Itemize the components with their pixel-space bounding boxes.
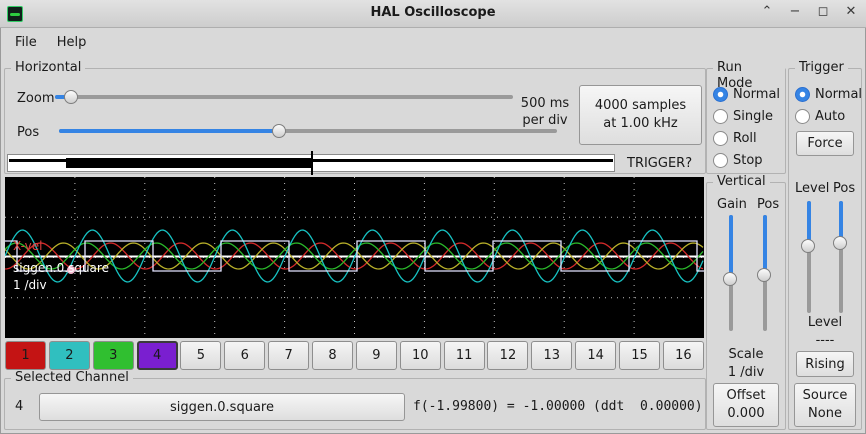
channel-button-13[interactable]: 13	[531, 341, 572, 370]
selected-channel-group: Selected Channel 4 siggen.0.square f(-1.…	[4, 378, 706, 430]
channel-button-9[interactable]: 9	[356, 341, 397, 370]
selected-channel-name-button[interactable]: siggen.0.square	[39, 393, 405, 421]
zoom-label: Zoom	[17, 91, 54, 106]
radio-option-roll[interactable]: Roll	[713, 130, 780, 146]
channel-button-8[interactable]: 8	[312, 341, 353, 370]
window-title: HAL Oscilloscope	[0, 5, 866, 20]
minimize-icon[interactable]: −	[788, 4, 802, 19]
radio-option-auto[interactable]: Auto	[795, 108, 862, 124]
radio-option-normal[interactable]: Normal	[795, 86, 862, 102]
trigger-pos-slider[interactable]	[833, 201, 849, 313]
title-bar: HAL Oscilloscope ⌃ − ◻ ✕	[0, 0, 866, 28]
radio-label: Normal	[733, 87, 780, 102]
vertical-pos-slider[interactable]	[757, 215, 773, 331]
trigger-level-label: Level	[795, 181, 829, 196]
radio-label: Single	[733, 109, 773, 124]
radio-icon	[713, 153, 728, 168]
slider-handle[interactable]	[272, 124, 286, 138]
timebase-readout: 500 ms per div	[515, 95, 575, 129]
trigger-status-label: TRIGGER?	[627, 156, 692, 171]
force-button[interactable]: Force	[796, 131, 854, 156]
horizontal-group-title: Horizontal	[11, 60, 85, 76]
vertical-scale-value: 1 /div	[707, 365, 785, 380]
selected-channel-group-title: Selected Channel	[11, 370, 133, 386]
slider-handle[interactable]	[723, 272, 737, 286]
radio-option-normal[interactable]: Normal	[713, 86, 780, 102]
channel-button-11[interactable]: 11	[444, 341, 485, 370]
vertical-group-title: Vertical	[713, 174, 770, 190]
run-mode-group: Run Mode NormalSingleRollStop	[706, 68, 786, 174]
record-position-bar[interactable]	[7, 154, 615, 172]
vertical-group: Vertical Gain Pos Scale 1 /div Offset 0.…	[706, 182, 786, 430]
trigger-position-marker	[311, 151, 313, 175]
maximize-icon[interactable]: ◻	[816, 4, 830, 19]
channel-button-12[interactable]: 12	[487, 341, 528, 370]
radio-icon	[713, 131, 728, 146]
trigger-group-title: Trigger	[795, 60, 848, 76]
radio-label: Stop	[733, 153, 763, 168]
radio-icon	[713, 87, 728, 102]
selected-channel-number: 4	[15, 399, 23, 414]
trigger-level-slider[interactable]	[801, 201, 817, 313]
vertical-offset-button[interactable]: Offset 0.000	[713, 383, 779, 427]
zoom-slider[interactable]	[55, 89, 513, 105]
radio-icon	[795, 109, 810, 124]
slider-handle[interactable]	[64, 90, 78, 104]
channel-button-4[interactable]: 4	[137, 341, 178, 370]
channel-button-7[interactable]: 7	[268, 341, 309, 370]
channel-button-14[interactable]: 14	[575, 341, 616, 370]
slider-handle[interactable]	[757, 268, 771, 282]
channel-button-1[interactable]: 1	[5, 341, 46, 370]
radio-icon	[713, 109, 728, 124]
channel-button-5[interactable]: 5	[180, 341, 221, 370]
scope-display[interactable]: X-vel siggen.0.square 1 /div	[5, 177, 704, 338]
channel-button-2[interactable]: 2	[49, 341, 90, 370]
vertical-scale-label: Scale	[707, 347, 785, 362]
close-icon[interactable]: ✕	[844, 4, 858, 19]
menu-bar: File Help	[0, 29, 866, 55]
channel-button-10[interactable]: 10	[400, 341, 441, 370]
radio-option-stop[interactable]: Stop	[713, 152, 780, 168]
radio-icon	[795, 87, 810, 102]
pos-label: Pos	[17, 125, 39, 140]
channel-button-row: 12345678910111213141516	[5, 341, 704, 370]
menu-file[interactable]: File	[6, 32, 46, 53]
channel-button-15[interactable]: 15	[619, 341, 660, 370]
vertical-gain-slider[interactable]	[723, 215, 739, 331]
scope-channel-label: X-vel	[13, 239, 42, 253]
trigger-pos-label: Pos	[833, 181, 855, 196]
scope-scale-label: 1 /div	[13, 278, 47, 292]
slider-handle[interactable]	[833, 236, 847, 250]
run-mode-radios: Normal Single Roll Stop	[713, 86, 780, 174]
trigger-level-caption: Level	[789, 315, 861, 330]
channel-button-6[interactable]: 6	[224, 341, 265, 370]
radio-label: Roll	[733, 131, 757, 146]
channel-button-16[interactable]: 16	[663, 341, 704, 370]
samples-button[interactable]: 4000 samples at 1.00 kHz	[579, 85, 702, 145]
radio-option-single[interactable]: Single	[713, 108, 780, 124]
menu-help[interactable]: Help	[48, 32, 96, 53]
scope-selected-label: siggen.0.square	[13, 261, 109, 275]
horizontal-group: Horizontal Zoom Pos 500 ms per div 4000 …	[4, 68, 706, 174]
vertical-pos-label: Pos	[757, 197, 779, 212]
horizontal-pos-slider[interactable]	[59, 123, 557, 139]
channel-button-3[interactable]: 3	[93, 341, 134, 370]
radio-label: Normal	[815, 87, 862, 102]
radio-label: Auto	[815, 109, 845, 124]
shade-icon[interactable]: ⌃	[760, 4, 774, 19]
trigger-mode-radios: Normal Auto	[795, 86, 862, 130]
scope-waveforms	[5, 177, 704, 338]
trigger-group: Trigger NormalAuto Force Level Pos Level…	[788, 68, 862, 430]
record-window-extent	[66, 158, 311, 168]
trigger-source-button[interactable]: Source None	[794, 383, 856, 427]
vertical-gain-label: Gain	[717, 197, 747, 212]
selected-channel-value: f(-1.99800) = -1.00000 (ddt 0.00000)	[413, 399, 703, 414]
trigger-level-value: ----	[789, 333, 861, 348]
slider-handle[interactable]	[801, 239, 815, 253]
trigger-edge-button[interactable]: Rising	[796, 351, 854, 377]
